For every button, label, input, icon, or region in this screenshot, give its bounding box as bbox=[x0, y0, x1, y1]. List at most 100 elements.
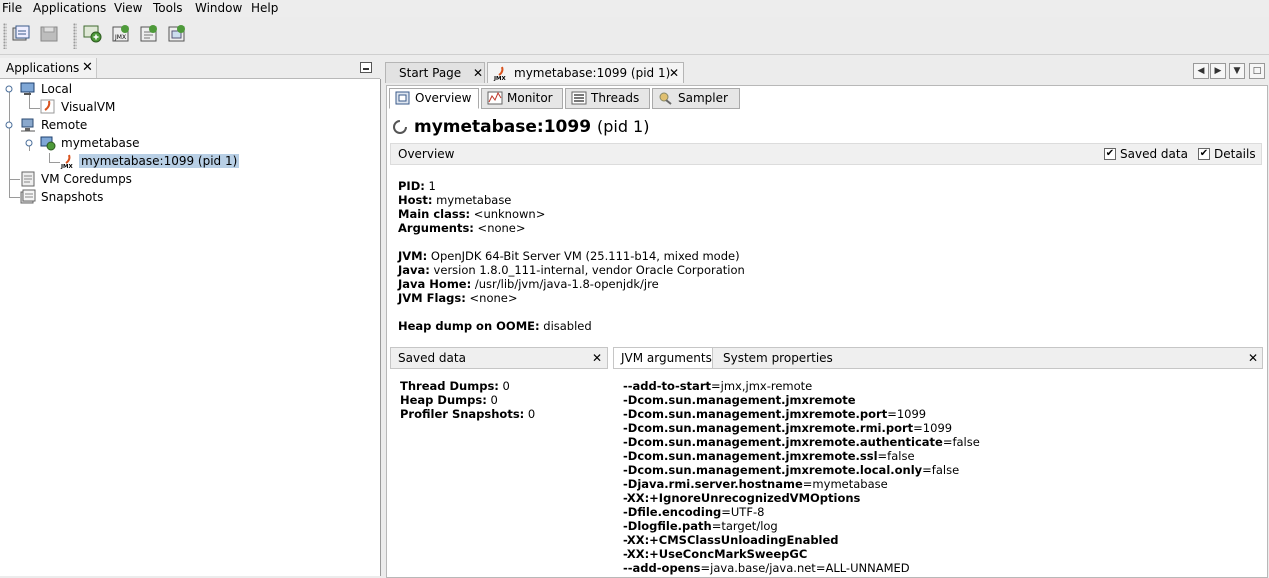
monitor-icon bbox=[487, 91, 503, 105]
info-host: Host: mymetabase bbox=[398, 193, 512, 207]
svg-text:JMX: JMX bbox=[114, 34, 126, 41]
add-coredump-icon[interactable] bbox=[138, 23, 160, 45]
jvm-argument: --add-opens=java.base/java.net=ALL-UNNAM… bbox=[623, 561, 910, 575]
close-icon[interactable]: ✕ bbox=[1248, 351, 1258, 365]
tab-label: mymetabase:1099 (pid 1) bbox=[514, 66, 671, 80]
menu-file[interactable]: File bbox=[2, 1, 22, 15]
saved-data-checkbox[interactable]: ✔ bbox=[1104, 148, 1116, 160]
info-java: Java: version 1.8.0_111-internal, vendor… bbox=[398, 263, 745, 277]
minimize-icon[interactable] bbox=[360, 62, 372, 73]
tree-label: VisualVM bbox=[61, 100, 116, 114]
add-jmx-icon[interactable]: JMX bbox=[110, 23, 132, 45]
threads-icon bbox=[571, 91, 587, 105]
host-icon bbox=[40, 136, 56, 151]
tree-label: VM Coredumps bbox=[41, 172, 132, 186]
tab-system-properties[interactable]: System properties bbox=[723, 351, 833, 365]
java-app-icon bbox=[40, 99, 55, 114]
expand-handle-icon[interactable] bbox=[5, 85, 13, 93]
applications-tree: Local VisualVM Remote mymetabase JMX mym… bbox=[0, 79, 381, 576]
expand-handle-icon[interactable] bbox=[25, 139, 33, 147]
tree-line bbox=[9, 179, 20, 180]
toolbar-grip-2 bbox=[73, 23, 77, 49]
details-label: Details bbox=[1214, 147, 1256, 161]
tab-start-page[interactable]: Start Page ✕ bbox=[385, 62, 485, 83]
menu-tools[interactable]: Tools bbox=[153, 1, 183, 15]
jvm-argument: -XX:+IgnoreUnrecognizedVMOptions bbox=[623, 491, 861, 505]
menu-help[interactable]: Help bbox=[251, 1, 278, 15]
close-icon[interactable]: ✕ bbox=[473, 66, 483, 80]
app-pid: (pid 1) bbox=[596, 117, 650, 136]
info-pid: PID: 1 bbox=[398, 179, 436, 193]
app-title: mymetabase:1099 (pid 1) bbox=[414, 117, 650, 137]
jvm-argument: -Dcom.sun.management.jmxremote.authentic… bbox=[623, 435, 980, 449]
editor-area: Start Page ✕ JMX mymetabase:1099 (pid 1)… bbox=[383, 58, 1269, 578]
jvm-argument: -XX:+CMSClassUnloadingEnabled bbox=[623, 533, 839, 547]
tab-threads[interactable]: Threads bbox=[565, 88, 650, 109]
applications-tabbar: Applications ✕ bbox=[0, 58, 380, 79]
details-checkbox[interactable]: ✔ bbox=[1198, 148, 1210, 160]
scroll-right-icon[interactable]: ▶ bbox=[1210, 63, 1226, 79]
jvm-pane-header: JVM arguments System properties ✕ bbox=[613, 347, 1263, 369]
tab-label: Sampler bbox=[678, 91, 728, 105]
overview-label: Overview bbox=[398, 147, 455, 161]
tab-overview[interactable]: Overview bbox=[389, 88, 479, 109]
scroll-left-icon[interactable]: ◀ bbox=[1193, 63, 1209, 79]
menu-applications[interactable]: Applications bbox=[33, 1, 106, 15]
jvm-argument: -Dcom.sun.management.jmxremote.local.onl… bbox=[623, 463, 960, 477]
toolbar-grip bbox=[3, 23, 7, 49]
info-heap-dump: Heap dump on OOME: disabled bbox=[398, 319, 592, 333]
computer-icon bbox=[20, 82, 35, 95]
jvm-argument: -Djava.rmi.server.hostname=mymetabase bbox=[623, 477, 888, 491]
tab-sampler[interactable]: Sampler bbox=[652, 88, 740, 109]
tab-label: Start Page bbox=[399, 66, 462, 80]
expand-handle-icon[interactable] bbox=[5, 121, 13, 129]
network-icon bbox=[21, 118, 35, 132]
info-jvm-flags: JVM Flags: <none> bbox=[398, 291, 518, 305]
snapshot-icon bbox=[20, 189, 36, 204]
add-jmx-connection-icon[interactable] bbox=[82, 23, 104, 45]
jvm-argument: -Dcom.sun.management.jmxremote.rmi.port=… bbox=[623, 421, 953, 435]
loading-spinner-icon bbox=[393, 120, 407, 134]
overview-icon bbox=[395, 91, 410, 105]
tab-list-icon[interactable]: ▼ bbox=[1229, 63, 1245, 79]
jvm-argument: -Dfile.encoding=UTF-8 bbox=[623, 505, 765, 519]
tree-label: mymetabase:1099 (pid 1) bbox=[79, 154, 240, 168]
load-snapshot-icon[interactable] bbox=[10, 23, 32, 45]
tree-line bbox=[9, 197, 20, 198]
info-arguments: Arguments: <none> bbox=[398, 221, 526, 235]
info-jvm: JVM: OpenJDK 64-Bit Server VM (25.111-b1… bbox=[398, 249, 740, 263]
tree-label: Snapshots bbox=[41, 190, 104, 204]
jmx-app-icon: JMX bbox=[493, 66, 507, 81]
svg-text:JMX: JMX bbox=[493, 76, 507, 81]
tab-label: Threads bbox=[591, 91, 640, 105]
maximize-icon[interactable]: □ bbox=[1249, 63, 1265, 79]
tab-monitor[interactable]: Monitor bbox=[481, 88, 563, 109]
tree-label: Local bbox=[41, 82, 73, 96]
tree-line bbox=[9, 131, 10, 197]
jvm-argument: --add-to-start=jmx,jmx-remote bbox=[623, 379, 813, 393]
close-icon[interactable]: ✕ bbox=[82, 60, 93, 75]
save-snapshot-icon[interactable] bbox=[38, 23, 60, 45]
close-icon[interactable]: ✕ bbox=[592, 351, 602, 365]
tree-label: Remote bbox=[41, 118, 88, 132]
saved-data-title: Saved data bbox=[398, 351, 466, 365]
info-java-home: Java Home: /usr/lib/jvm/java-1.8-openjdk… bbox=[398, 277, 659, 291]
close-icon[interactable]: ✕ bbox=[669, 66, 679, 80]
add-snapshot-icon[interactable] bbox=[166, 23, 188, 45]
saved-profiler-snapshots: Profiler Snapshots: 0 bbox=[400, 407, 536, 421]
menu-view[interactable]: View bbox=[114, 1, 142, 15]
app-view: Overview Monitor Threads Sampler mymetab… bbox=[386, 85, 1268, 578]
toolbar: JMX bbox=[0, 17, 1269, 55]
tab-jmx-app[interactable]: JMX mymetabase:1099 (pid 1) ✕ bbox=[487, 62, 684, 83]
menu-window[interactable]: Window bbox=[195, 1, 242, 15]
overview-header: Overview ✔ Saved data ✔ Details bbox=[390, 143, 1262, 165]
tree-line bbox=[29, 108, 40, 109]
sampler-icon bbox=[659, 92, 672, 105]
applications-tab[interactable]: Applications ✕ bbox=[0, 58, 97, 78]
tree-label: mymetabase bbox=[61, 136, 140, 150]
jvm-arguments-label: JVM arguments bbox=[621, 351, 712, 365]
menu-bar: File Applications View Tools Window Help bbox=[0, 0, 1269, 17]
coredump-icon bbox=[21, 171, 35, 187]
jvm-argument: -Dcom.sun.management.jmxremote bbox=[623, 393, 856, 407]
jvm-argument: -Dcom.sun.management.jmxremote.port=1099 bbox=[623, 407, 927, 421]
